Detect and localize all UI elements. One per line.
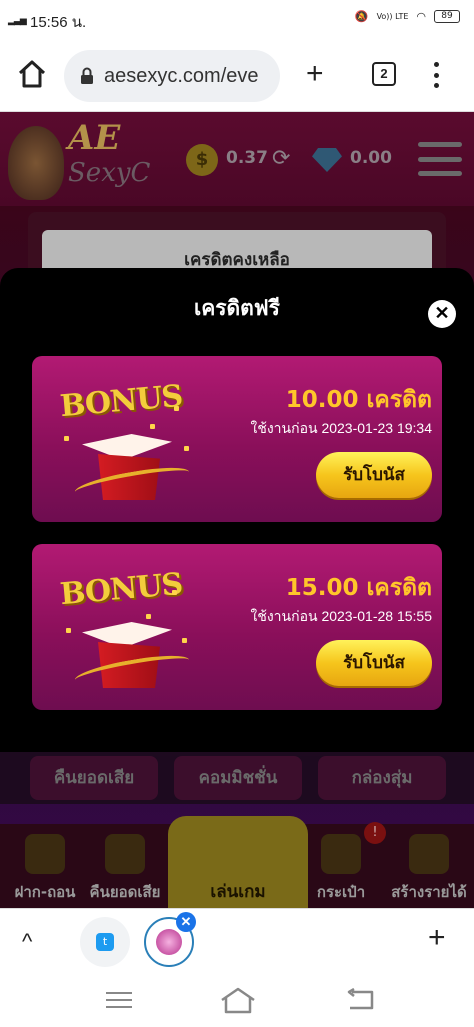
close-button[interactable]: ✕ [428,300,456,328]
menu-tile-commission[interactable]: คอมมิชชั่น [174,756,302,800]
status-icons: 🔕 Vo)) LTE ◠ 89 [355,10,460,23]
twitter-icon: t [96,933,114,951]
logo-figure-icon [8,126,64,200]
wifi-icon: ◠ [416,10,426,23]
status-bar: ▂▃▅ 15:56 น. 🔕 Vo)) LTE ◠ 89 [0,0,474,40]
battery-icon: 89 [434,10,460,23]
menu-tile-lucky-box[interactable]: กล่องสุ่ม [318,756,446,800]
logo-text-bottom: SexyC [68,158,151,188]
new-tab-button[interactable]: + [306,56,324,92]
tab-switcher-button[interactable]: 2 [372,62,396,86]
diamond-icon [312,148,342,172]
refresh-icon[interactable]: ⟳ [272,146,290,171]
ae-sexy-favicon-icon [156,929,182,955]
add-tab-button[interactable]: + [428,921,446,955]
diamond-balance: 0.00 [350,148,392,168]
close-tab-icon[interactable]: ✕ [176,912,196,932]
bonus-art-text: BONUS [58,566,184,613]
nav-label: ฝาก-ถอน [14,883,76,901]
bonus-gift-icon: BONUS [54,376,194,504]
logo-text-top: AE [68,118,121,158]
browser-bottom-bar: ^ t + [0,908,474,974]
status-time: 15:56 น. [30,14,87,31]
money-icon [25,834,65,874]
nav-cashback[interactable]: คืนยอดเสีย [80,830,170,904]
free-credit-modal: เครดิตฟรี ✕ BONUS 10.00 เครดิต ใช้งานก่อ… [0,268,474,752]
more-menu-icon[interactable] [428,58,444,92]
nav-label: คืนยอดเสีย [89,883,161,901]
expand-up-button[interactable]: ^ [22,929,32,955]
nav-earn[interactable]: สร้างรายได้ [384,830,474,904]
nav-label: สร้างรายได้ [391,883,467,901]
nav-label: กระเป๋า [316,883,366,901]
system-back-icon[interactable] [344,988,378,1012]
recents-menu-icon[interactable] [106,992,132,1008]
bonus-amount: 15.00 เครดิต [285,575,432,601]
bonus-card: BONUS 10.00 เครดิต ใช้งานก่อน 2023-01-23… [32,356,442,522]
wallet-icon [321,834,361,874]
mute-icon: 🔕 [354,10,369,23]
nav-deposit-withdraw[interactable]: ฝาก-ถอน [0,830,90,904]
cashback-icon [105,834,145,874]
signal-icon: ▂▃▅ [8,16,27,26]
system-home-icon[interactable] [218,986,258,1014]
url-bar[interactable]: aesexyc.com/eve [64,50,280,102]
bonus-gift-icon: BONUS [54,564,194,692]
bonus-art-text: BONUS [58,378,184,425]
bonus-expiry: ใช้งานก่อน 2023-01-28 15:55 [250,608,433,624]
modal-title: เครดิตฟรี [194,296,280,320]
claim-bonus-button[interactable]: รับโบนัส [316,640,432,686]
coin-icon: $ [186,144,218,176]
network-label: Vo)) LTE [376,12,409,21]
coin-balance: 0.37 [226,148,268,168]
url-text: aesexyc.com/eve [104,64,259,87]
nav-play-game-label: เล่นเกม [210,882,266,902]
bonus-expiry: ใช้งานก่อน 2023-01-23 19:34 [250,420,433,436]
bonus-amount: 10.00 เครดิต [285,387,432,413]
site-header: AE SexyC $ 0.37 ⟳ 0.00 [0,112,474,206]
notification-badge: ! [364,822,386,844]
earn-icon [409,834,449,874]
feature-menu-row: คืนยอดเสีย คอมมิชชั่น กล่องสุ่ม [0,752,474,804]
claim-bonus-button[interactable]: รับโบนัส [316,452,432,498]
site-logo[interactable]: AE SexyC [8,116,158,202]
hamburger-menu-icon[interactable] [418,142,462,176]
lock-icon [81,67,93,84]
menu-tile-cashback[interactable]: คืนยอดเสีย [30,756,158,800]
bonus-card: BONUS 15.00 เครดิต ใช้งานก่อน 2023-01-28… [32,544,442,710]
home-icon[interactable] [16,58,48,90]
system-nav-bar [0,974,474,1027]
browser-toolbar: aesexyc.com/eve + 2 [0,40,474,112]
